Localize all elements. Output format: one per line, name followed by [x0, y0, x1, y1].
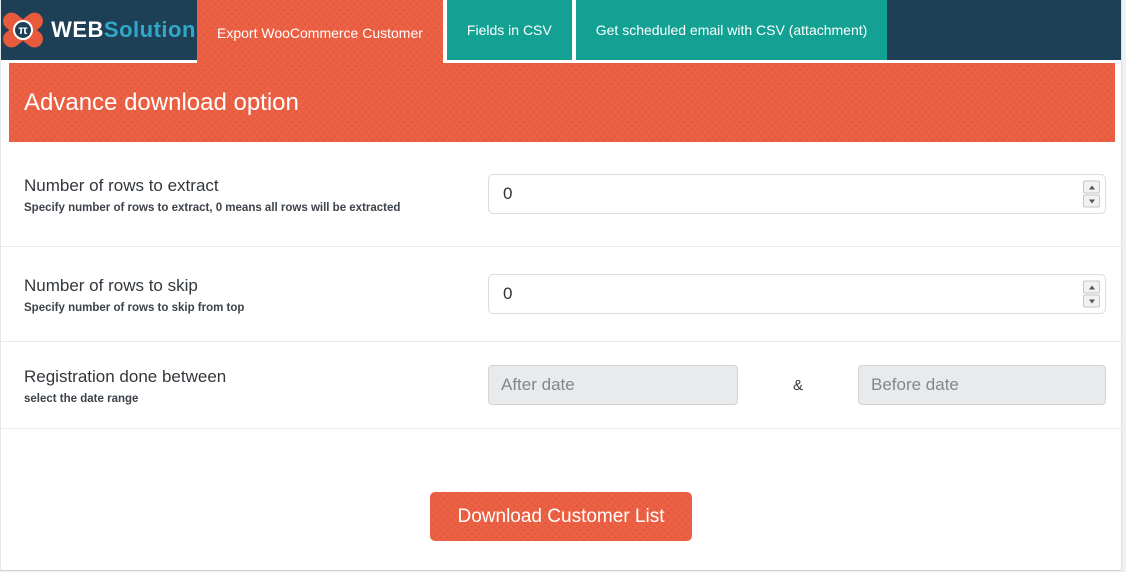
tab-fields-in-csv[interactable]: Fields in CSV: [443, 0, 572, 60]
rows-to-extract-label: Number of rows to extract: [24, 174, 468, 199]
download-customer-list-button[interactable]: Download Customer List: [430, 492, 693, 541]
rows-to-skip-label: Number of rows to skip: [24, 274, 468, 299]
registration-range-label: Registration done between: [24, 365, 468, 390]
brand-name-web: WEB: [51, 17, 104, 43]
spin-up-button[interactable]: [1083, 281, 1100, 294]
number-input-wrapper: [488, 174, 1106, 214]
rows-to-extract-input[interactable]: [488, 174, 1106, 214]
ampersand-separator: &: [793, 377, 803, 394]
row-labels: Registration done between select the dat…: [24, 365, 488, 405]
number-spinner: [1083, 181, 1100, 208]
top-nav-filler: [887, 0, 1121, 60]
row-registration-range: Registration done between select the dat…: [1, 342, 1121, 429]
rows-to-skip-input[interactable]: [488, 274, 1106, 314]
row-control: [488, 274, 1106, 314]
section-title: Advance download option: [9, 89, 299, 117]
row-rows-to-extract: Number of rows to extract Specify number…: [1, 142, 1121, 247]
brand-name-solution: Solution: [104, 17, 196, 43]
spin-down-button[interactable]: [1083, 295, 1100, 308]
brand-pi-icon: π: [2, 10, 44, 50]
row-labels: Number of rows to extract Specify number…: [24, 174, 488, 214]
footer-area: Download Customer List: [1, 429, 1121, 570]
row-labels: Number of rows to skip Specify number of…: [24, 274, 488, 314]
spin-down-button[interactable]: [1083, 195, 1100, 208]
tab-scheduled-email-csv[interactable]: Get scheduled email with CSV (attachment…: [572, 0, 888, 60]
pi-symbol: π: [13, 20, 33, 40]
date-range-control: &: [488, 365, 1106, 405]
after-date-input[interactable]: [488, 365, 738, 405]
rows-to-skip-description: Specify number of rows to skip from top: [24, 302, 468, 314]
number-input-wrapper: [488, 274, 1106, 314]
row-control: [488, 174, 1106, 214]
plugin-page: π WEBSolution Export WooCommerce Custome…: [0, 0, 1122, 571]
before-date-input[interactable]: [858, 365, 1106, 405]
rows-to-extract-description: Specify number of rows to extract, 0 mea…: [24, 202, 468, 214]
brand-logo: π WEBSolution: [1, 0, 197, 60]
section-banner: Advance download option: [9, 63, 1115, 142]
row-rows-to-skip: Number of rows to skip Specify number of…: [1, 247, 1121, 342]
spin-up-button[interactable]: [1083, 181, 1100, 194]
registration-range-description: select the date range: [24, 393, 468, 405]
number-spinner: [1083, 281, 1100, 308]
tab-export-woocommerce-customer[interactable]: Export WooCommerce Customer: [197, 0, 443, 66]
top-nav-bar: π WEBSolution Export WooCommerce Custome…: [1, 0, 1121, 60]
